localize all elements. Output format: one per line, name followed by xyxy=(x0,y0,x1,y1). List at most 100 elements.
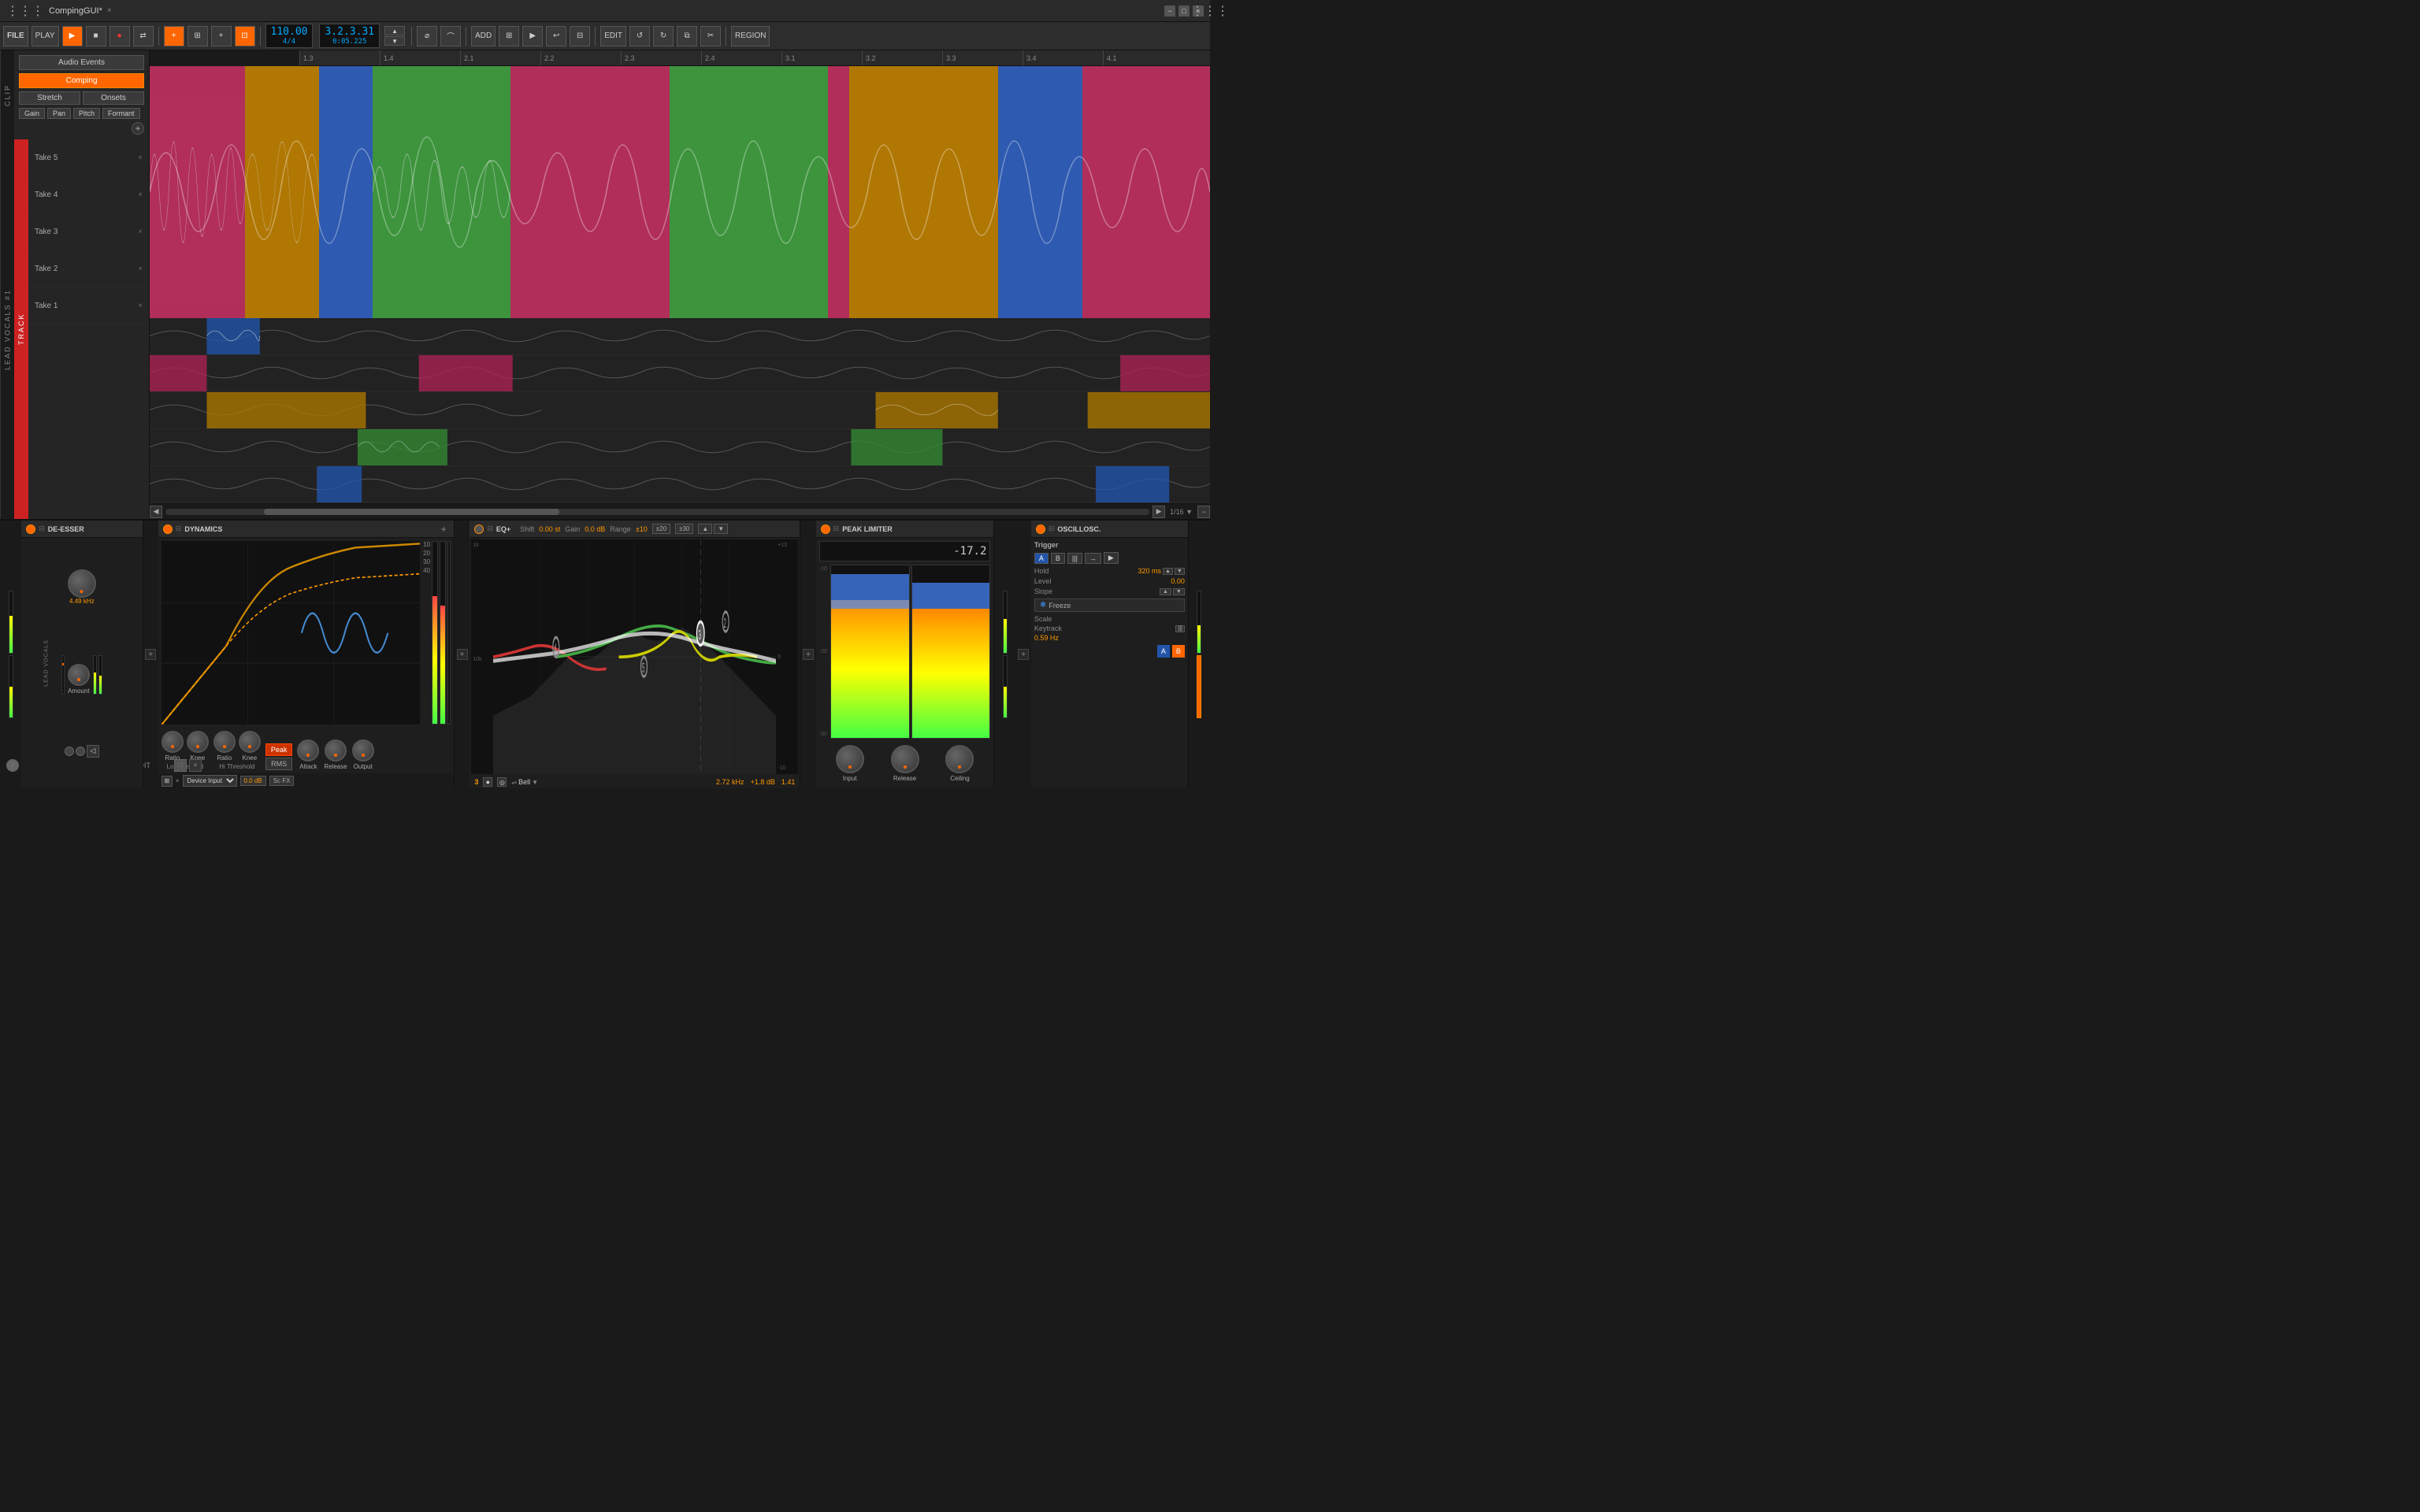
curve-button[interactable]: ⌒ xyxy=(440,26,461,46)
hold-up-button[interactable]: ▲ xyxy=(1163,568,1173,575)
copy-button[interactable]: ⧉ xyxy=(677,26,697,46)
up-arrow-button[interactable]: ▲ xyxy=(384,26,405,35)
take5-track[interactable] xyxy=(150,318,1210,355)
add-plugin-1-button[interactable]: + xyxy=(145,649,156,660)
play2-button[interactable]: ▶ xyxy=(522,26,543,46)
scroll-left-button[interactable]: ◀ xyxy=(150,506,162,518)
region-button[interactable]: REGION xyxy=(731,26,770,46)
pan-button[interactable]: Pan xyxy=(47,108,71,119)
deesser-toggle1[interactable] xyxy=(65,747,74,756)
close-tab-icon[interactable]: × xyxy=(107,6,112,15)
scrollbar-thumb[interactable] xyxy=(264,509,559,515)
take3-track[interactable] xyxy=(150,392,1210,429)
add-button[interactable]: ADD xyxy=(471,26,496,46)
grid-button[interactable]: ⊞ xyxy=(499,26,519,46)
comp-button[interactable]: ⊞ xyxy=(187,26,208,46)
take4-track[interactable] xyxy=(150,355,1210,392)
eq-arrow-down-button[interactable]: ▼ xyxy=(714,524,728,534)
band-dropdown-arrow[interactable]: ▼ xyxy=(532,779,538,786)
zoom-out-button[interactable]: − xyxy=(1197,506,1210,518)
segment-blue1[interactable] xyxy=(319,66,372,318)
peak-limiter-power-button[interactable] xyxy=(821,524,830,534)
segment-gold2[interactable] xyxy=(849,66,997,318)
stretch-button[interactable]: Stretch xyxy=(19,91,80,105)
segment-blue2[interactable] xyxy=(998,66,1083,318)
release-knob[interactable] xyxy=(325,739,347,762)
add-plugin-4-button[interactable]: + xyxy=(1018,649,1029,660)
window-maximize-button[interactable]: □ xyxy=(1178,6,1190,17)
output-knob[interactable] xyxy=(352,739,374,762)
deesser-icon-btn[interactable]: ◁ xyxy=(87,745,99,758)
audio-events-button[interactable]: Audio Events xyxy=(19,55,144,70)
sc-fx-button[interactable]: Sc FX xyxy=(269,776,295,786)
slope-down-button[interactable]: ▼ xyxy=(1173,588,1185,595)
rms-button[interactable]: RMS xyxy=(265,758,293,770)
knee2-knob[interactable] xyxy=(239,731,261,753)
eq-power-btn-small[interactable]: ● xyxy=(483,777,492,787)
slider-handle[interactable] xyxy=(62,663,64,665)
take4-close-button[interactable]: × xyxy=(138,191,143,199)
segment-pink3[interactable] xyxy=(828,66,849,318)
eq-power-button[interactable] xyxy=(474,524,484,534)
down-arrow-button[interactable]: ▼ xyxy=(384,36,405,46)
take2-close-button[interactable]: × xyxy=(138,265,143,273)
take2-track[interactable] xyxy=(150,429,1210,466)
peak-button[interactable]: Peak xyxy=(265,743,293,756)
ratio2-knob[interactable] xyxy=(213,731,236,753)
play-label-button[interactable]: PLAY xyxy=(32,26,59,46)
input-knob[interactable] xyxy=(836,745,864,773)
scroll-right-button[interactable]: ▶ xyxy=(1152,506,1165,518)
segment-gold1[interactable] xyxy=(245,66,319,318)
add-plugin-3-button[interactable]: + xyxy=(803,649,814,660)
deesser-slider1[interactable] xyxy=(61,655,65,695)
eq-arrow-up-button[interactable]: ▲ xyxy=(698,524,712,534)
dynamics-plus-button[interactable]: + xyxy=(438,524,449,535)
a-button[interactable]: A xyxy=(1034,553,1049,564)
keytrack-bars-button[interactable]: ||| xyxy=(1175,625,1184,632)
attack-knob[interactable] xyxy=(297,739,319,762)
play-button[interactable]: ▶ xyxy=(62,26,83,46)
undo-button[interactable]: ↺ xyxy=(629,26,650,46)
take1-close-button[interactable]: × xyxy=(138,302,143,310)
formant-button[interactable]: Formant xyxy=(102,108,140,119)
range-20-button[interactable]: ±20 xyxy=(652,524,670,534)
add-track-button[interactable]: + xyxy=(211,26,232,46)
comping-button[interactable]: Comping xyxy=(19,73,144,88)
deesser-toggle2[interactable] xyxy=(76,747,85,756)
folder-button[interactable]: ⊟ xyxy=(570,26,590,46)
deesser-power-button[interactable] xyxy=(26,524,35,534)
pitch-button[interactable]: Pitch xyxy=(73,108,100,119)
freeze-button[interactable]: ❄ Freeze xyxy=(1034,598,1185,612)
range-30-button[interactable]: ±30 xyxy=(675,524,693,534)
dynamics-icon-btn[interactable]: ⊞ xyxy=(161,776,173,787)
pl-release-knob[interactable] xyxy=(891,745,919,773)
scrollbar-track[interactable] xyxy=(165,509,1149,515)
loop-mode-button[interactable]: ⊡ xyxy=(235,26,255,46)
add-take-button[interactable]: + xyxy=(132,122,144,135)
deesser-freq-knob[interactable] xyxy=(68,569,96,598)
file-button[interactable]: FILE xyxy=(3,26,28,46)
edit-button[interactable]: EDIT xyxy=(600,26,626,46)
b-indicator[interactable]: B xyxy=(1172,645,1185,658)
cut-button[interactable]: ✂ xyxy=(700,26,721,46)
add-plugin-2-button[interactable]: + xyxy=(457,649,468,660)
hold-down-button[interactable]: ▼ xyxy=(1175,568,1185,575)
loop-button[interactable]: ⇄ xyxy=(133,26,154,46)
segment-green2[interactable] xyxy=(670,66,829,318)
ratio1-knob[interactable] xyxy=(161,731,184,753)
view-mode-2-button[interactable]: ≡ xyxy=(189,759,202,772)
take5-close-button[interactable]: × xyxy=(138,154,143,162)
main-comp-track[interactable] xyxy=(150,66,1210,318)
view-mode-1-button[interactable]: □ xyxy=(174,759,187,772)
knee1-knob[interactable] xyxy=(187,731,209,753)
osc-arrow-button[interactable]: → xyxy=(1085,553,1101,564)
onsets-button[interactable]: Onsets xyxy=(83,91,144,105)
link-button[interactable]: ⌀ xyxy=(417,26,437,46)
segment-pink4[interactable] xyxy=(1082,66,1210,318)
info-button[interactable]: i xyxy=(6,759,19,772)
bars-button[interactable]: ||| xyxy=(1067,553,1082,564)
window-minimize-button[interactable]: − xyxy=(1164,6,1175,17)
segment-pink1[interactable] xyxy=(150,66,245,318)
take1-track[interactable] xyxy=(150,466,1210,503)
a-indicator[interactable]: A xyxy=(1157,645,1170,658)
